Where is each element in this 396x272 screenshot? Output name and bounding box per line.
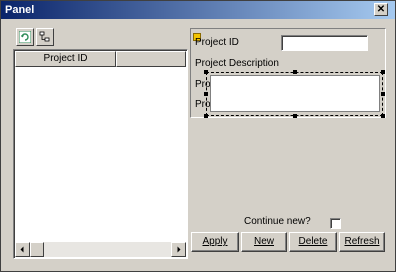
project-id-label: Project ID xyxy=(195,37,239,48)
resize-handle-n[interactable] xyxy=(293,70,297,74)
project-id-input[interactable] xyxy=(281,35,368,51)
close-icon: ✕ xyxy=(376,4,386,15)
resize-handle-ne[interactable] xyxy=(381,70,385,74)
tree-view-button[interactable] xyxy=(36,28,54,46)
scroll-left-button[interactable] xyxy=(15,242,30,257)
title-bar[interactable]: Panel ✕ xyxy=(1,1,395,19)
project-description-textarea[interactable] xyxy=(210,75,380,112)
continue-new-label: Continue new? xyxy=(244,216,311,227)
new-button[interactable]: New xyxy=(241,232,287,252)
continue-new-checkbox[interactable] xyxy=(330,218,341,229)
arrow-right-icon xyxy=(177,246,181,253)
window-title: Panel xyxy=(5,4,35,16)
tree-icon xyxy=(39,31,50,42)
column-header-blank[interactable] xyxy=(116,51,186,67)
resize-handle-sw[interactable] xyxy=(204,114,208,118)
project-list[interactable]: Project ID xyxy=(13,49,188,259)
delete-button[interactable]: Delete xyxy=(289,232,337,252)
resize-handle-w[interactable] xyxy=(204,92,208,96)
resize-handle-s[interactable] xyxy=(293,114,297,118)
resize-handle-nw[interactable] xyxy=(204,70,208,74)
horizontal-scrollbar[interactable] xyxy=(15,242,186,257)
scroll-thumb[interactable] xyxy=(30,242,44,257)
resize-handle-e[interactable] xyxy=(381,92,385,96)
resize-handle-se[interactable] xyxy=(381,114,385,118)
scroll-right-button[interactable] xyxy=(171,242,186,257)
close-button[interactable]: ✕ xyxy=(374,3,388,16)
refresh-icon xyxy=(19,31,31,43)
column-header-project-id[interactable]: Project ID xyxy=(15,51,116,67)
panel-window: Panel ✕ Project ID Project ID Project De… xyxy=(0,0,396,272)
refresh-button[interactable]: Refresh xyxy=(339,232,385,252)
apply-button[interactable]: Apply xyxy=(191,232,239,252)
arrow-left-icon xyxy=(20,246,24,253)
project-description-label: Project Description xyxy=(195,58,279,69)
refresh-list-button[interactable] xyxy=(16,28,34,46)
